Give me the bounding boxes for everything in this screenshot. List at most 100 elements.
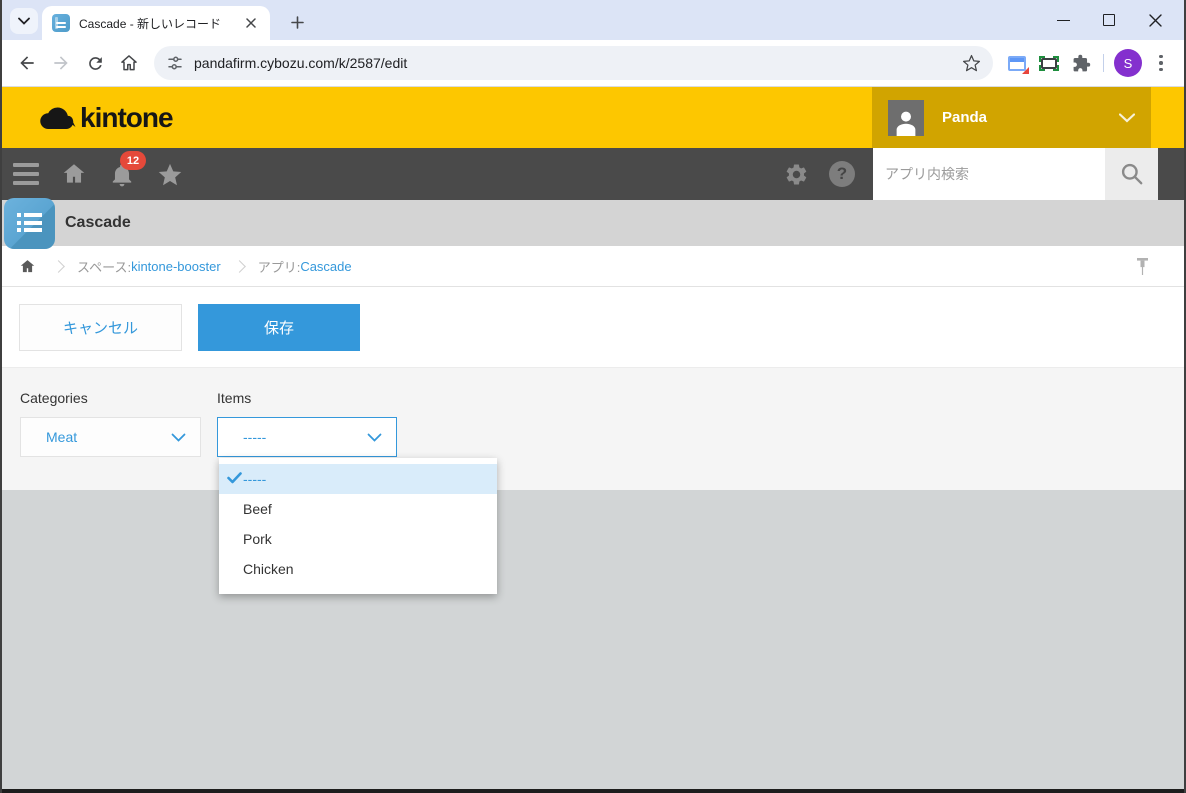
back-icon <box>17 53 37 73</box>
browser-menu-button[interactable] <box>1146 48 1176 78</box>
dropdown-option[interactable]: Beef <box>219 494 497 524</box>
cancel-button[interactable]: キャンセル <box>19 304 182 351</box>
kintone-header: kintone Panda <box>2 87 1184 148</box>
gnav-notifications-button[interactable]: 12 <box>98 148 146 200</box>
back-button[interactable] <box>10 46 44 80</box>
app-search-input[interactable] <box>873 148 1105 200</box>
user-name: Panda <box>942 109 1119 126</box>
app-icon[interactable] <box>4 198 55 249</box>
gnav-favorites-button[interactable] <box>146 148 194 200</box>
gnav-menu-button[interactable] <box>2 148 50 200</box>
breadcrumb-separator <box>233 260 246 273</box>
star-icon <box>156 161 184 188</box>
dropdown-option[interactable]: Pork <box>219 524 497 554</box>
tab-close-icon[interactable] <box>242 14 260 32</box>
pin-button[interactable] <box>1135 246 1150 287</box>
window-bottom-edge <box>2 789 1184 793</box>
close-icon <box>1149 14 1162 27</box>
gnav-left: 12 <box>2 148 194 200</box>
dropdown-option[interactable]: ----- <box>219 464 497 494</box>
gnav-right: ? <box>773 148 1184 200</box>
breadcrumb-app-label: アプリ: <box>258 257 301 276</box>
gnav-help-button[interactable]: ? <box>819 148 865 200</box>
maximize-button[interactable] <box>1086 0 1132 40</box>
items-dropdown-menu: ----- Beef Pork Chicken <box>219 458 497 594</box>
kintone-logo[interactable]: kintone <box>36 87 173 148</box>
toolbar-divider <box>1103 54 1104 72</box>
items-field-label: Items <box>217 390 251 406</box>
app-search-box <box>873 148 1105 200</box>
breadcrumb-separator <box>52 260 65 273</box>
plus-icon <box>291 16 304 29</box>
tab-strip: Cascade - 新しいレコード <box>2 0 1184 40</box>
screen-capture-button[interactable] <box>1033 47 1065 79</box>
dropdown-option-label: Beef <box>243 501 272 517</box>
capture-icon <box>1039 56 1059 71</box>
pin-icon <box>1135 256 1150 278</box>
forward-icon <box>51 53 71 73</box>
breadcrumb-app-link[interactable]: Cascade <box>300 259 351 274</box>
kintone-logo-text: kintone <box>80 102 173 134</box>
user-chevron-down-icon <box>1119 113 1135 123</box>
minimize-button[interactable] <box>1040 0 1086 40</box>
user-avatar-icon <box>888 100 924 136</box>
categories-selected-value: Meat <box>46 429 171 445</box>
address-bar[interactable]: pandafirm.cybozu.com/k/2587/edit <box>154 46 993 80</box>
record-action-bar: キャンセル 保存 <box>2 287 1184 368</box>
dropdown-option-label: Chicken <box>243 561 294 577</box>
extensions-button[interactable] <box>1065 47 1097 79</box>
window-controls <box>1040 0 1178 40</box>
reload-icon <box>86 54 105 73</box>
reload-button[interactable] <box>78 46 112 80</box>
cloud-icon <box>36 103 76 133</box>
home-button[interactable] <box>112 46 146 80</box>
minimize-icon <box>1057 20 1070 21</box>
maximize-icon <box>1103 14 1115 26</box>
search-icon <box>1119 161 1145 187</box>
chevron-down-icon <box>367 433 382 442</box>
gnav-portal-button[interactable] <box>50 148 98 200</box>
tab-title: Cascade - 新しいレコード <box>79 15 242 32</box>
extension-area: S <box>1001 47 1176 79</box>
site-settings-icon <box>166 54 184 72</box>
help-icon: ? <box>829 161 855 187</box>
chevron-down-icon <box>18 17 30 25</box>
categories-field-label: Categories <box>20 390 88 406</box>
app-header-bar: Cascade <box>2 200 1184 246</box>
forward-button[interactable] <box>44 46 78 80</box>
tab-list-button[interactable] <box>10 8 38 34</box>
check-icon <box>227 472 242 484</box>
categories-select[interactable]: Meat <box>20 417 201 457</box>
close-button[interactable] <box>1132 0 1178 40</box>
extension-panel-button[interactable] <box>1001 47 1033 79</box>
browser-window: Cascade - 新しいレコード <box>0 0 1186 793</box>
breadcrumb-space-link[interactable]: kintone-booster <box>131 259 221 274</box>
page-background <box>2 490 1184 789</box>
puzzle-icon <box>1072 54 1091 73</box>
dropdown-option-label: ----- <box>243 471 266 487</box>
bookmark-star-icon[interactable] <box>962 54 981 73</box>
breadcrumb-home-icon[interactable] <box>14 246 40 287</box>
url-text[interactable]: pandafirm.cybozu.com/k/2587/edit <box>194 55 962 71</box>
chevron-down-icon <box>171 433 186 442</box>
portal-home-icon <box>60 161 88 187</box>
kintone-favicon-icon <box>52 14 70 32</box>
record-form: Categories Items Meat ----- <box>2 368 1184 490</box>
items-selected-value: ----- <box>243 429 367 445</box>
items-select[interactable]: ----- <box>217 417 397 457</box>
new-tab-button[interactable] <box>284 9 310 35</box>
list-glyph-icon <box>17 213 42 236</box>
browser-tab[interactable]: Cascade - 新しいレコード <box>42 6 270 40</box>
gnav-settings-button[interactable] <box>773 148 819 200</box>
breadcrumb-space-label: スペース: <box>77 257 131 276</box>
save-button[interactable]: 保存 <box>198 304 360 351</box>
profile-avatar[interactable]: S <box>1114 49 1142 77</box>
home-icon <box>119 53 139 73</box>
panel-arrow-icon <box>1008 56 1026 71</box>
search-button[interactable] <box>1105 148 1158 200</box>
global-nav: 12 ? <box>2 148 1184 200</box>
dropdown-option[interactable]: Chicken <box>219 554 497 584</box>
app-title: Cascade <box>65 200 131 246</box>
user-menu[interactable]: Panda <box>872 87 1151 148</box>
browser-toolbar: pandafirm.cybozu.com/k/2587/edit S <box>2 40 1184 87</box>
